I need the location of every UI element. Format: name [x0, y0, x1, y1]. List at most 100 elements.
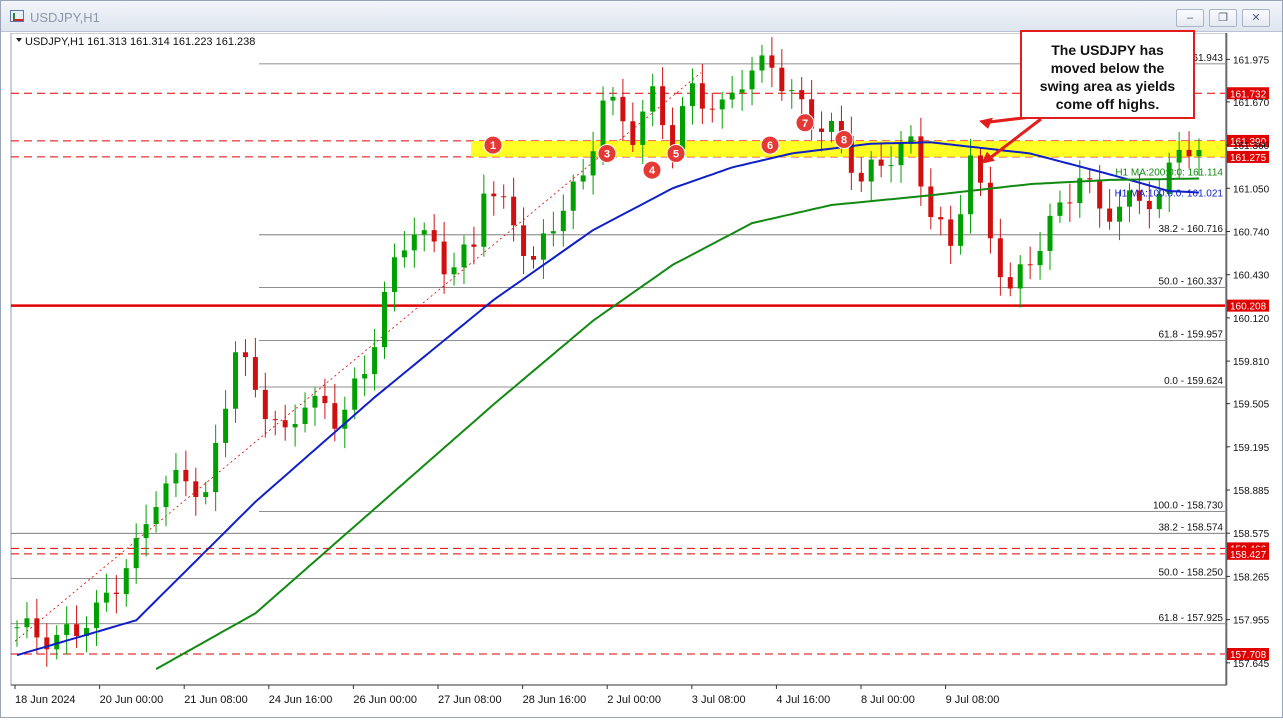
date-tick-label: 8 Jul 00:00: [861, 694, 915, 706]
candle-body: [203, 492, 209, 498]
price-tick-label: 160.120: [1233, 314, 1270, 325]
candle-body: [858, 172, 864, 182]
candle-body: [1047, 215, 1053, 251]
candle-body: [481, 193, 487, 247]
candle-body: [183, 469, 189, 482]
candle-body: [918, 136, 924, 187]
candle-body: [640, 111, 646, 145]
candle-body: [113, 592, 119, 595]
date-tick-label: 3 Jul 08:00: [692, 694, 746, 706]
candle-body: [193, 481, 199, 498]
candle-body: [769, 55, 775, 68]
candle-body: [590, 151, 596, 176]
candle-body: [64, 624, 70, 635]
candle-body: [580, 175, 586, 182]
candle-body: [630, 121, 636, 145]
callout-line: moved below the: [1050, 60, 1165, 76]
candle-body: [312, 395, 318, 408]
symbol-header: USDJPY,H1 161.313 161.314 161.223 161.23…: [25, 36, 255, 48]
candle-body: [759, 55, 765, 71]
candle-body: [302, 407, 308, 424]
price-tick-label: 157.955: [1233, 616, 1270, 627]
candle-body: [292, 423, 298, 428]
candle-body: [1017, 264, 1023, 289]
candle-body: [977, 155, 983, 183]
candle-body: [401, 250, 407, 258]
date-tick-label: 21 Jun 08:00: [184, 694, 248, 706]
candle-body: [262, 389, 268, 420]
candle-body: [103, 592, 109, 603]
candle-body: [570, 181, 576, 211]
candle-body: [34, 618, 40, 638]
candle-body: [1007, 277, 1013, 289]
candle-body: [511, 196, 517, 226]
candle-body: [610, 96, 616, 101]
candle-body: [391, 257, 397, 292]
candle-body: [620, 96, 626, 122]
price-tick-label: 158.265: [1233, 572, 1270, 583]
candle-body: [461, 244, 467, 268]
candle-body: [93, 602, 99, 629]
callout-line: swing area as yields: [1039, 78, 1176, 94]
price-tick-label: 158.885: [1233, 486, 1270, 497]
minimize-button[interactable]: –: [1176, 9, 1204, 27]
date-tick-label: 18 Jun 2024: [15, 694, 76, 706]
candle-body: [322, 395, 328, 404]
candle-body: [997, 238, 1003, 278]
candle-body: [719, 99, 725, 110]
candle-body: [491, 193, 497, 197]
price-tick-label: 161.360: [1233, 141, 1270, 152]
swing-marker-label: 7: [802, 118, 808, 130]
candle-body: [431, 230, 437, 242]
candle-body: [968, 155, 974, 215]
price-tick-label: 160.430: [1233, 271, 1270, 282]
candle-body: [74, 624, 80, 637]
candle-body: [689, 83, 695, 107]
candle-body: [888, 165, 894, 167]
candle-body: [898, 143, 904, 166]
candle-body: [729, 92, 735, 100]
ma100-line-label: H1 MA:100:0:0: 161.021: [1115, 188, 1224, 199]
candle-body: [531, 255, 537, 260]
close-button[interactable]: ✕: [1242, 9, 1270, 27]
date-tick-label: 4 Jul 16:00: [776, 694, 830, 706]
price-chart[interactable]: 161.94338.2 - 160.71650.0 - 160.33761.8 …: [1, 32, 1282, 718]
candle-body: [471, 244, 477, 247]
candle-body: [828, 121, 834, 132]
candle-body: [1097, 179, 1103, 209]
candle-body: [233, 352, 239, 409]
price-tick-label: 158.575: [1233, 529, 1270, 540]
candle-body: [779, 67, 785, 92]
candle-body: [421, 230, 427, 235]
price-tick-label: 160.740: [1233, 227, 1270, 238]
candle-body: [1087, 178, 1093, 180]
swing-marker-label: 1: [490, 140, 496, 152]
fib-level-label: 61.8 - 159.957: [1159, 330, 1224, 341]
candle-body: [242, 352, 248, 358]
candle-body: [928, 186, 934, 218]
chart-area[interactable]: 161.943 38.2 - 160.716 50.0 - 160.337 61.8 …: [1, 32, 1282, 718]
candle-body: [660, 86, 666, 126]
candle-body: [739, 89, 745, 93]
annotation-callout: The USDJPY has moved below the swing are…: [1020, 30, 1195, 119]
date-tick-label: 28 Jun 16:00: [523, 694, 587, 706]
restore-button[interactable]: ❐: [1209, 9, 1237, 27]
candle-body: [411, 234, 417, 251]
candle-body: [382, 291, 388, 348]
fib-level-label: 100.0 - 158.730: [1153, 501, 1223, 512]
candle-body: [650, 86, 656, 112]
candle-body: [679, 106, 685, 150]
candle-body: [819, 128, 825, 132]
title-bar: USDJPY,H1 – ❐ ✕: [1, 1, 1282, 32]
chart-app-icon: [10, 10, 24, 22]
candle-body: [14, 627, 20, 629]
candle-body: [223, 408, 229, 443]
price-tick-label: 161.050: [1233, 184, 1270, 195]
price-tick-label: 157.645: [1233, 659, 1270, 670]
date-tick-label: 26 Jun 00:00: [353, 694, 417, 706]
candle-body: [799, 90, 805, 100]
candle-body: [1037, 250, 1043, 266]
candle-body: [163, 483, 169, 508]
fib-level-label: 61.8 - 157.925: [1159, 613, 1224, 624]
price-level-tag-label: 160.208: [1230, 302, 1267, 313]
